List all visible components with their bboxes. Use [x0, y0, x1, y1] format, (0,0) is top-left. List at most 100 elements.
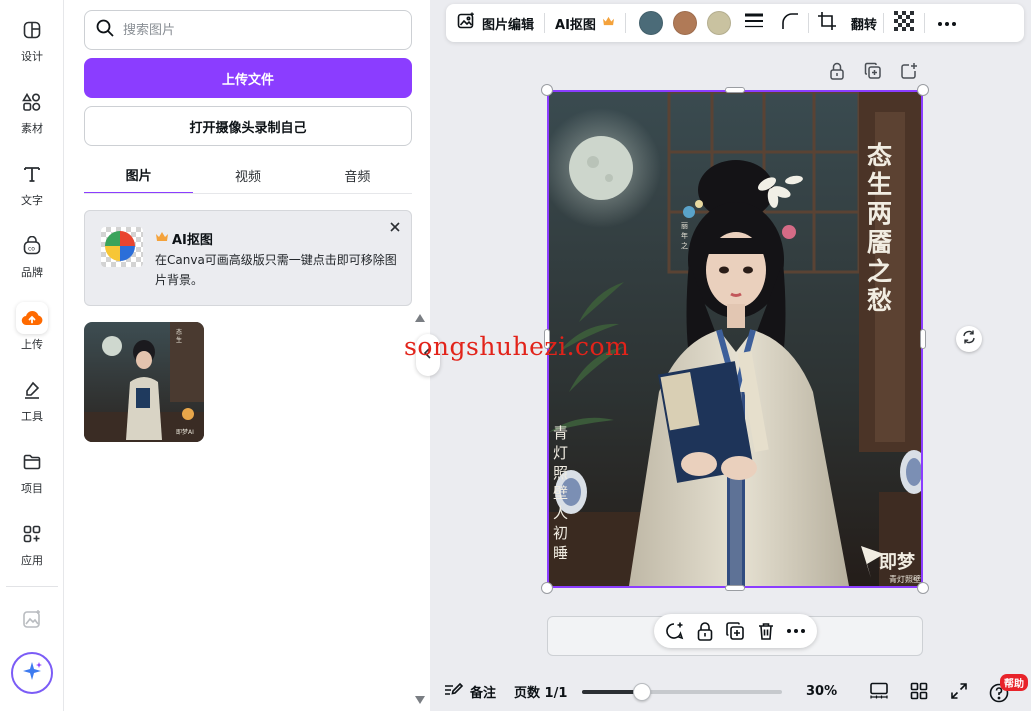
tab-images[interactable]: 图片	[84, 156, 194, 194]
sidebar-item-label: 素材	[21, 122, 43, 135]
svg-text:态: 态	[176, 328, 182, 336]
more-options-button[interactable]	[925, 4, 969, 42]
notes-label: 备注	[470, 686, 497, 701]
transparency-button[interactable]	[884, 4, 924, 42]
resize-handle-right[interactable]	[920, 329, 926, 349]
element-floating-toolbar	[654, 614, 817, 648]
rail-divider	[6, 586, 58, 587]
flip-label: 翻转	[850, 17, 877, 33]
sidebar-item-label: 工具	[21, 410, 43, 423]
page-count[interactable]: 页数 1/1	[514, 682, 567, 701]
bottom-bar: 备注 页数 1/1 30% 帮助	[430, 672, 1031, 711]
sidebar-item-elements[interactable]: 素材	[0, 76, 64, 138]
border-style-button[interactable]	[736, 4, 772, 42]
poster-title-char: 两	[867, 199, 892, 228]
edit-image-button[interactable]: 图片编辑	[446, 4, 544, 42]
notes-button[interactable]: 备注	[444, 682, 496, 702]
close-icon[interactable]	[387, 219, 403, 235]
poster-title-char: 靥	[867, 228, 892, 257]
sidebar-item-tools[interactable]: 工具	[0, 364, 64, 426]
resize-handle-bottom-left[interactable]	[541, 582, 553, 594]
sidebar-item-apps[interactable]: 应用	[0, 508, 64, 570]
edit-image-label: 图片编辑	[482, 17, 535, 33]
poster-subtitle-char: 睡	[553, 544, 568, 562]
crop-button[interactable]	[809, 4, 845, 42]
magic-sparkle-button[interactable]	[11, 652, 53, 694]
ai-cutout-description: 在Canva可画高级版只需一键点击即可移除图片背景。	[155, 253, 397, 287]
resize-handle-top-left[interactable]	[541, 84, 553, 96]
lock-icon[interactable]	[826, 60, 848, 82]
poster-subtitle-char: 青	[553, 424, 568, 442]
sidebar-item-label: 品牌	[21, 266, 43, 279]
sidebar-item-brand[interactable]: co 品牌	[0, 220, 64, 282]
duplicate-page-icon[interactable]	[862, 60, 884, 82]
corner-rounding-button[interactable]	[772, 4, 808, 42]
border-lines-icon	[744, 13, 764, 33]
uploaded-image-thumbnail[interactable]: 态 生 即梦AI	[84, 322, 204, 442]
tab-audio[interactable]: 音频	[303, 156, 412, 194]
poster-subtitle-char: 人	[553, 504, 568, 522]
text-icon	[16, 158, 48, 190]
color-swatch[interactable]	[638, 11, 663, 35]
tab-videos[interactable]: 视频	[193, 156, 302, 194]
sidebar-item-design[interactable]: 设计	[0, 4, 64, 66]
notes-icon	[444, 682, 464, 702]
image-sparkle-icon[interactable]	[21, 608, 43, 634]
poster-title-char: 生	[867, 170, 892, 199]
poster-logo-text: 即梦	[879, 551, 916, 573]
trash-icon[interactable]	[754, 619, 778, 643]
more-horizontal-icon[interactable]	[784, 619, 808, 643]
transparency-checker-icon	[893, 11, 914, 35]
help-badge[interactable]: 帮助	[1000, 674, 1028, 691]
svg-text:co: co	[28, 246, 35, 253]
resize-handle-top-right[interactable]	[917, 84, 929, 96]
record-camera-button[interactable]: 打开摄像头录制自己	[84, 106, 412, 146]
zoom-slider-knob[interactable]	[633, 683, 651, 701]
sidebar-item-projects[interactable]: 项目	[0, 436, 64, 498]
rotate-handle[interactable]	[956, 326, 982, 352]
image-edit-icon	[456, 11, 476, 35]
svg-text:即梦AI: 即梦AI	[176, 428, 194, 436]
lock-icon[interactable]	[693, 619, 717, 643]
panel-scroll-up-arrow[interactable]	[414, 312, 426, 327]
search-input[interactable]	[123, 22, 393, 38]
zoom-level[interactable]: 30%	[806, 684, 837, 699]
sidebar-item-label: 项目	[21, 482, 43, 495]
sidebar-item-label: 上传	[21, 338, 43, 351]
left-rail: 设计 素材 文字 co 品牌 上传 工具 项目 应用	[0, 0, 64, 711]
grid-view-icon[interactable]	[908, 680, 930, 702]
sidebar-item-text[interactable]: 文字	[0, 148, 64, 210]
draw-icon	[16, 374, 48, 406]
crown-icon	[155, 231, 169, 247]
folder-icon	[16, 446, 48, 478]
resize-handle-bottom-right[interactable]	[917, 582, 929, 594]
page-view-icon[interactable]	[868, 680, 890, 702]
fullscreen-icon[interactable]	[948, 680, 970, 702]
rotate-icon	[961, 329, 977, 349]
ai-cutout-promo-card[interactable]: AI抠图 在Canva可画高级版只需一键点击即可移除图片背景。	[84, 210, 412, 306]
resize-handle-top[interactable]	[725, 87, 745, 93]
crown-icon	[602, 16, 615, 31]
poster-title-char: 之	[867, 257, 892, 286]
color-swatch[interactable]	[706, 11, 731, 35]
resize-handle-bottom[interactable]	[725, 585, 745, 591]
color-swatch[interactable]	[672, 11, 697, 35]
ai-cutout-button[interactable]: AI抠图	[545, 4, 625, 42]
poster-logo-subtext: 青灯照壁	[889, 574, 921, 584]
tabs-divider	[84, 193, 412, 194]
add-page-icon[interactable]	[898, 60, 920, 82]
search-box[interactable]	[84, 10, 412, 50]
upload-files-button[interactable]: 上传文件	[84, 58, 412, 98]
svg-text:年: 年	[681, 231, 688, 240]
flip-button[interactable]: 翻转	[845, 4, 883, 42]
duplicate-icon[interactable]	[723, 619, 747, 643]
ai-cutout-thumbnail	[101, 227, 143, 267]
panel-scroll-down-arrow[interactable]	[414, 694, 426, 709]
comment-add-icon[interactable]	[663, 619, 687, 643]
media-tabs: 图片 视频 音频	[84, 156, 412, 194]
sidebar-item-label: 应用	[21, 554, 43, 567]
ai-cutout-label: AI抠图	[555, 17, 596, 33]
shapes-icon	[16, 86, 48, 118]
sidebar-item-uploads[interactable]: 上传	[0, 292, 64, 354]
zoom-slider[interactable]	[582, 683, 782, 701]
